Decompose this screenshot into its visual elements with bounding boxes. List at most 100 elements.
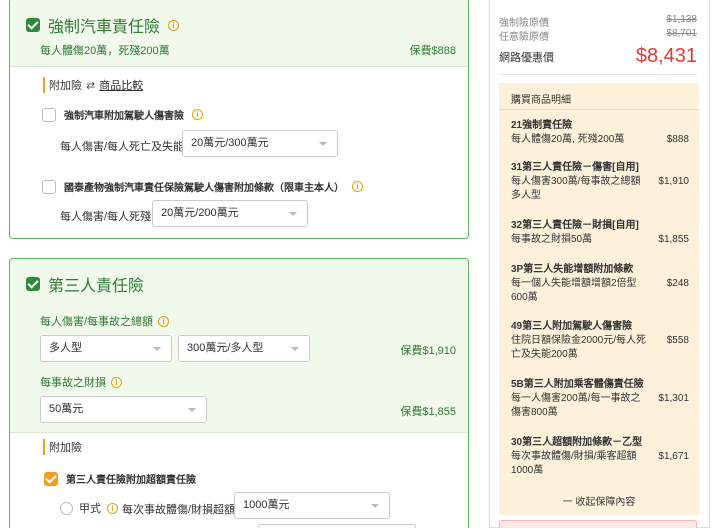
- chevron-down-icon: [291, 347, 299, 351]
- addon2-select[interactable]: 20萬元/200萬元: [152, 200, 308, 227]
- info-icon[interactable]: i: [158, 315, 170, 327]
- addon1-checkbox[interactable]: [42, 107, 56, 122]
- excess-field-label: 每次事故體傷/財損超額: [122, 504, 236, 516]
- item-desc: 每一個人失能增額增額2倍型600萬: [511, 278, 637, 303]
- third-party-insurance-card: 第三人責任險 每人傷害/每事故之總額 i 多人型 300萬元/多人型 保費$1,…: [9, 258, 469, 528]
- compulsory-price: 保費$888: [409, 45, 456, 57]
- online-price-label: 網路優惠價: [499, 51, 554, 64]
- property-select-value: 50萬元: [49, 403, 84, 415]
- addon1-select-value: 20萬元/300萬元: [191, 137, 269, 149]
- purchase-detail-box: 購買商品明細 21強制責任險 每人體傷20萬, 死殘200萬 $888 31第三人…: [499, 83, 699, 515]
- bodily-amount-value: 300萬元/多人型: [187, 342, 264, 354]
- bottom-banner: [499, 520, 697, 528]
- addon2-field-label: 每人傷害/每人死殘: [60, 211, 152, 223]
- item-name: 5B第三人附加乘客體傷責任險: [511, 379, 644, 390]
- bodily-price: 保費$1,910: [400, 345, 456, 357]
- excess-checkbox[interactable]: [44, 471, 58, 486]
- addon1-field-label: 每人傷害/每人死亡及失能: [60, 141, 185, 153]
- item-desc: 住院日額保險金2000元/每人死亡及失能200萬: [511, 335, 647, 360]
- detail-item: 3P第三人失能增額附加條款 每一個人失能增額增額2倍型600萬 $248: [511, 263, 689, 305]
- voluntary-original-value: $8,701: [666, 28, 697, 39]
- property-price: 保費$1,855: [400, 406, 456, 418]
- excess-select-value: 1000萬元: [243, 499, 290, 511]
- addon2-checkbox[interactable]: [42, 179, 56, 194]
- item-name: 49第三人附加駕駛人傷害險: [511, 321, 633, 332]
- item-name: 21強制責任險: [511, 120, 573, 131]
- item-amount: $1,910: [658, 176, 689, 187]
- purchase-detail-title: 購買商品明細: [511, 95, 571, 106]
- bodily-label: 每人傷害/每事故之總額: [40, 316, 154, 328]
- info-icon[interactable]: i: [111, 376, 122, 388]
- item-amount: $888: [666, 134, 689, 145]
- summary-panel: 強制險原價 $1,138 任意險原價 $8,701 網路優惠價 $8,431 購…: [489, 0, 710, 528]
- addon2-title: 國泰產物強制汽車責任保險駕駛人傷害附加條款（限車主本人）: [64, 183, 344, 194]
- item-name: 30第三人超額附加條款－乙型: [511, 437, 643, 448]
- item-desc: 每人傷害300萬/每事故之總額多人型: [511, 176, 641, 201]
- detail-item: 5B第三人附加乘客體傷責任險 每一人傷害200萬/每一事故之傷害800萬 $1,3…: [511, 378, 689, 420]
- addon-section-label: 附加險: [43, 439, 82, 455]
- item-desc: 每事故之財損50萬: [511, 234, 593, 245]
- compulsory-title: 強制汽車責任險: [48, 19, 161, 36]
- addon1-select[interactable]: 20萬元/300萬元: [182, 130, 338, 157]
- item-name: 3P第三人失能增額附加條款: [511, 264, 634, 275]
- property-label: 每事故之財損: [40, 377, 106, 389]
- chevron-down-icon: [371, 504, 379, 508]
- property-select[interactable]: 50萬元: [40, 396, 207, 423]
- chevron-down-icon: [319, 142, 327, 146]
- item-desc: 每次事故體傷/財損/乘客超額1000萬: [511, 451, 637, 476]
- detail-item: 21強制責任險 每人體傷20萬, 死殘200萬 $888: [511, 119, 689, 147]
- excess-title: 第三人責任險附加超額責任險: [66, 475, 196, 486]
- compulsory-insurance-card: 強制汽車責任險 i 每人體傷20萬，死殘200萬 保費$888 附加險 ⇄ 商品…: [9, 0, 469, 239]
- divider: [499, 109, 699, 110]
- item-amount: $1,301: [658, 393, 689, 404]
- item-amount: $248: [666, 278, 689, 289]
- addon2-select-value: 20萬元/200萬元: [161, 207, 239, 219]
- chevron-down-icon: [188, 408, 196, 412]
- voluntary-original-row: 任意險原價 $8,701: [499, 28, 697, 43]
- online-price-value: $8,431: [635, 45, 697, 67]
- item-desc: 每一人傷害200萬/每一事故之傷害800萬: [511, 393, 641, 418]
- compare-link[interactable]: 商品比較: [99, 77, 143, 93]
- bodily-type-select[interactable]: 多人型: [40, 335, 172, 362]
- detail-item: 49第三人附加駕駛人傷害險 住院日額保險金2000元/每人死亡及失能200萬 $5…: [511, 320, 689, 362]
- excess-select-2[interactable]: [258, 524, 416, 528]
- item-desc: 每人體傷20萬, 死殘200萬: [511, 134, 625, 145]
- bodily-type-value: 多人型: [49, 342, 82, 354]
- item-amount: $558: [666, 335, 689, 346]
- detail-item: 31第三人責任險－傷害[自用] 每人傷害300萬/每事故之總額多人型 $1,910: [511, 161, 689, 203]
- addon1-title: 強制汽車附加駕駛人傷害險: [64, 111, 184, 122]
- compulsory-checkbox[interactable]: [26, 18, 40, 32]
- item-amount: $1,671: [658, 451, 689, 462]
- type-a-radio[interactable]: [60, 501, 73, 515]
- chevron-down-icon: [153, 347, 161, 351]
- compulsory-original-row: 強制險原價 $1,138: [499, 14, 697, 29]
- third-party-header: 第三人責任險 每人傷害/每事故之總額 i 多人型 300萬元/多人型 保費$1,…: [10, 259, 468, 433]
- addon-label-text: 附加險: [49, 80, 82, 92]
- item-name: 31第三人責任險－傷害[自用]: [511, 162, 639, 173]
- detail-item: 30第三人超額附加條款－乙型 每次事故體傷/財損/乘客超額1000萬 $1,671: [511, 436, 689, 478]
- collapse-coverage-button[interactable]: 一 收起保障內容: [499, 493, 699, 508]
- detail-item: 32第三人責任險－財損[自用] 每事故之財損50萬 $1,855: [511, 219, 689, 247]
- third-party-checkbox[interactable]: [26, 277, 40, 291]
- addon-label-text: 附加險: [49, 442, 82, 454]
- info-icon[interactable]: i: [168, 19, 180, 31]
- addon-section-label: 附加險 ⇄ 商品比較: [43, 77, 143, 93]
- info-icon[interactable]: i: [352, 181, 363, 192]
- excess-select[interactable]: 1000萬元: [234, 492, 390, 519]
- bodily-amount-select[interactable]: 300萬元/多人型: [178, 335, 310, 362]
- voluntary-original-label: 任意險原價: [499, 32, 549, 43]
- compulsory-original-value: $1,138: [666, 14, 697, 25]
- compulsory-header: 強制汽車責任險 i 每人體傷20萬，死殘200萬 保費$888: [10, 0, 468, 67]
- swap-arrows-icon: ⇄: [86, 79, 96, 92]
- online-price-row: 網路優惠價 $8,431: [499, 45, 697, 68]
- divider: [499, 74, 697, 75]
- chevron-down-icon: [289, 212, 297, 216]
- info-icon[interactable]: i: [192, 109, 203, 120]
- info-icon[interactable]: i: [107, 502, 118, 514]
- item-amount: $1,855: [658, 234, 689, 245]
- item-name: 32第三人責任險－財損[自用]: [511, 220, 639, 231]
- compulsory-original-label: 強制險原價: [499, 18, 549, 29]
- third-party-title: 第三人責任險: [48, 278, 145, 295]
- compulsory-subtitle: 每人體傷20萬，死殘200萬: [40, 45, 170, 57]
- type-a-label: 甲式: [79, 503, 101, 515]
